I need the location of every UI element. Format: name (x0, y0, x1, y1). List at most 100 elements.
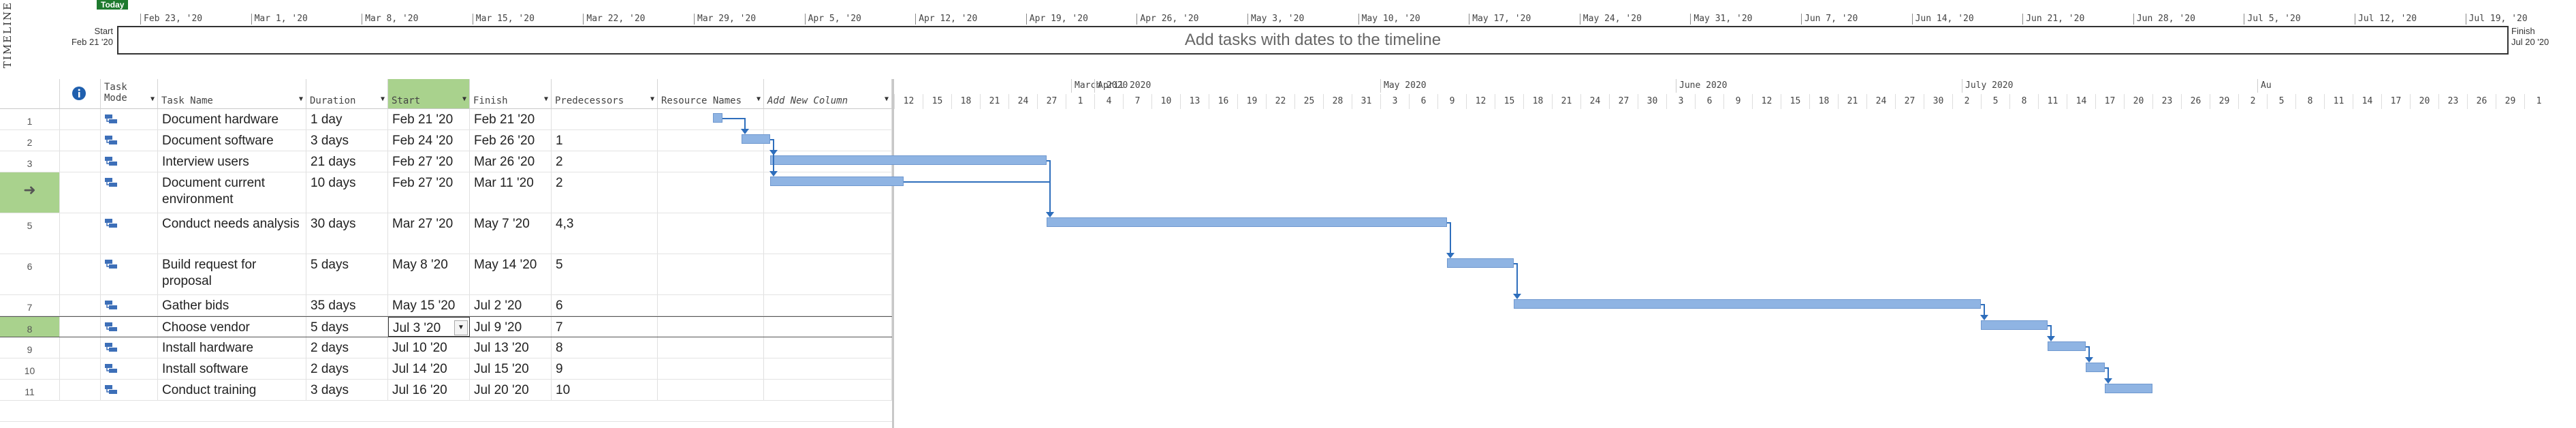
empty-cell[interactable] (764, 109, 892, 129)
chevron-down-icon[interactable]: ▼ (150, 95, 155, 103)
task-mode-cell[interactable] (101, 109, 158, 129)
predecessors-cell[interactable]: 6 (552, 295, 658, 316)
indicator-cell[interactable] (60, 213, 101, 254)
gantt-task-bar[interactable] (1514, 299, 1981, 309)
gantt-chart[interactable]: March 2020 April 2020 May 2020 June 2020 Jul… (713, 79, 2576, 428)
gantt-task-bar[interactable] (1981, 320, 2048, 330)
task-name-cell[interactable]: Conduct needs analysis (158, 213, 306, 254)
indicators-header[interactable] (60, 79, 101, 109)
chevron-down-icon[interactable]: ▼ (544, 95, 548, 103)
finish-cell[interactable]: Mar 11 '20 (470, 172, 552, 213)
row-number[interactable]: 11 (0, 380, 60, 400)
indicator-cell[interactable] (60, 317, 101, 337)
predecessors-cell[interactable]: 7 (552, 317, 658, 337)
task-name-cell[interactable]: Choose vendor (158, 317, 306, 337)
resource-names-cell[interactable] (658, 172, 764, 213)
add-new-column-header[interactable]: Add New Column ▼ (764, 79, 892, 109)
gantt-task-bar[interactable] (2105, 384, 2152, 393)
resource-names-cell[interactable] (658, 151, 764, 172)
finish-cell[interactable]: Jul 9 '20 (470, 317, 552, 337)
predecessors-cell[interactable]: 5 (552, 254, 658, 294)
predecessors-cell[interactable]: 4,3 (552, 213, 658, 254)
row-number[interactable]: 9 (0, 337, 60, 358)
resource-names-cell[interactable] (658, 295, 764, 316)
indicator-cell[interactable] (60, 358, 101, 379)
row-number[interactable]: 8 (0, 317, 60, 337)
table-row[interactable]: 9 Install hardware 2 days Jul 10 '20 Jul 13 … (0, 337, 892, 358)
table-row[interactable]: ➜ Document current environment 10 days Feb … (0, 172, 892, 213)
task-mode-header[interactable]: Task Mode ▼ (101, 79, 158, 109)
task-mode-cell[interactable] (101, 213, 158, 254)
task-name-header[interactable]: Task Name ▼ (158, 79, 306, 109)
finish-cell[interactable]: Mar 26 '20 (470, 151, 552, 172)
row-number[interactable]: 5 (0, 213, 60, 254)
empty-cell[interactable] (764, 295, 892, 316)
predecessors-cell[interactable]: 2 (552, 172, 658, 213)
indicator-cell[interactable] (60, 109, 101, 129)
duration-cell[interactable]: 1 day (306, 109, 388, 129)
chevron-down-icon[interactable]: ▼ (462, 95, 466, 103)
finish-header[interactable]: Finish ▼ (470, 79, 552, 109)
select-all-corner[interactable] (0, 79, 60, 109)
timeline-bar[interactable]: Add tasks with dates to the timeline (117, 26, 2509, 55)
duration-cell[interactable]: 10 days (306, 172, 388, 213)
indicator-cell[interactable] (60, 337, 101, 358)
resource-names-cell[interactable] (658, 358, 764, 379)
task-name-cell[interactable]: Document current environment (158, 172, 306, 213)
table-row[interactable]: 7 Gather bids 35 days May 15 '20 Jul 2 '20 6 (0, 295, 892, 316)
resource-names-cell[interactable] (658, 317, 764, 337)
gantt-task-bar[interactable] (1447, 258, 1514, 268)
task-name-cell[interactable]: Install software (158, 358, 306, 379)
task-name-cell[interactable]: Interview users (158, 151, 306, 172)
indicator-cell[interactable] (60, 151, 101, 172)
predecessors-cell[interactable]: 1 (552, 130, 658, 151)
resource-names-cell[interactable] (658, 213, 764, 254)
duration-cell[interactable]: 2 days (306, 337, 388, 358)
duration-cell[interactable]: 5 days (306, 254, 388, 294)
resource-names-cell[interactable] (658, 337, 764, 358)
finish-cell[interactable]: Feb 26 '20 (470, 130, 552, 151)
duration-cell[interactable]: 35 days (306, 295, 388, 316)
finish-cell[interactable]: May 14 '20 (470, 254, 552, 294)
table-row[interactable]: 11 Conduct training 3 days Jul 16 '20 Jul 20… (0, 380, 892, 401)
date-picker-dropdown-icon[interactable]: ▼ (454, 320, 468, 335)
task-mode-cell[interactable] (101, 295, 158, 316)
task-mode-cell[interactable] (101, 172, 158, 213)
task-mode-cell[interactable] (101, 130, 158, 151)
start-cell[interactable]: May 8 '20 (388, 254, 470, 294)
finish-cell[interactable]: Jul 15 '20 (470, 358, 552, 379)
task-name-cell[interactable]: Document software (158, 130, 306, 151)
gantt-task-bar[interactable] (770, 155, 1047, 165)
indicator-cell[interactable] (60, 254, 101, 294)
gantt-task-bar[interactable] (2048, 341, 2086, 351)
table-row[interactable]: 1 Document hardware 1 day Feb 21 '20 Feb 21 … (0, 109, 892, 130)
empty-row[interactable] (0, 401, 892, 422)
start-cell[interactable]: Feb 21 '20 (388, 109, 470, 129)
resource-names-cell[interactable] (658, 254, 764, 294)
finish-cell[interactable]: Jul 13 '20 (470, 337, 552, 358)
indicator-cell[interactable] (60, 130, 101, 151)
row-number[interactable]: 7 (0, 295, 60, 316)
start-cell[interactable]: Feb 27 '20 (388, 172, 470, 213)
table-row[interactable]: 5 Conduct needs analysis 30 days Mar 27 '20… (0, 213, 892, 254)
table-row[interactable]: 6 Build request for proposal 5 days May 8 '… (0, 254, 892, 295)
duration-cell[interactable]: 3 days (306, 130, 388, 151)
row-number[interactable]: ➜ (0, 172, 60, 213)
empty-cell[interactable] (764, 380, 892, 400)
duration-cell[interactable]: 2 days (306, 358, 388, 379)
duration-cell[interactable]: 21 days (306, 151, 388, 172)
empty-cell[interactable] (764, 337, 892, 358)
start-header[interactable]: Start ▼ (388, 79, 470, 109)
predecessors-cell[interactable]: 2 (552, 151, 658, 172)
predecessors-header[interactable]: Predecessors ▼ (552, 79, 658, 109)
task-mode-cell[interactable] (101, 317, 158, 337)
finish-cell[interactable]: Feb 21 '20 (470, 109, 552, 129)
empty-cell[interactable] (764, 213, 892, 254)
task-mode-cell[interactable] (101, 254, 158, 294)
resource-names-cell[interactable] (658, 109, 764, 129)
table-row[interactable]: 8 Choose vendor 5 days Jul 3 '20 ▼ Jul 9 '20 7 (0, 316, 892, 337)
finish-cell[interactable]: May 7 '20 (470, 213, 552, 254)
start-cell[interactable]: Feb 24 '20 (388, 130, 470, 151)
start-cell[interactable]: Feb 27 '20 (388, 151, 470, 172)
chevron-down-icon[interactable]: ▼ (885, 95, 889, 103)
